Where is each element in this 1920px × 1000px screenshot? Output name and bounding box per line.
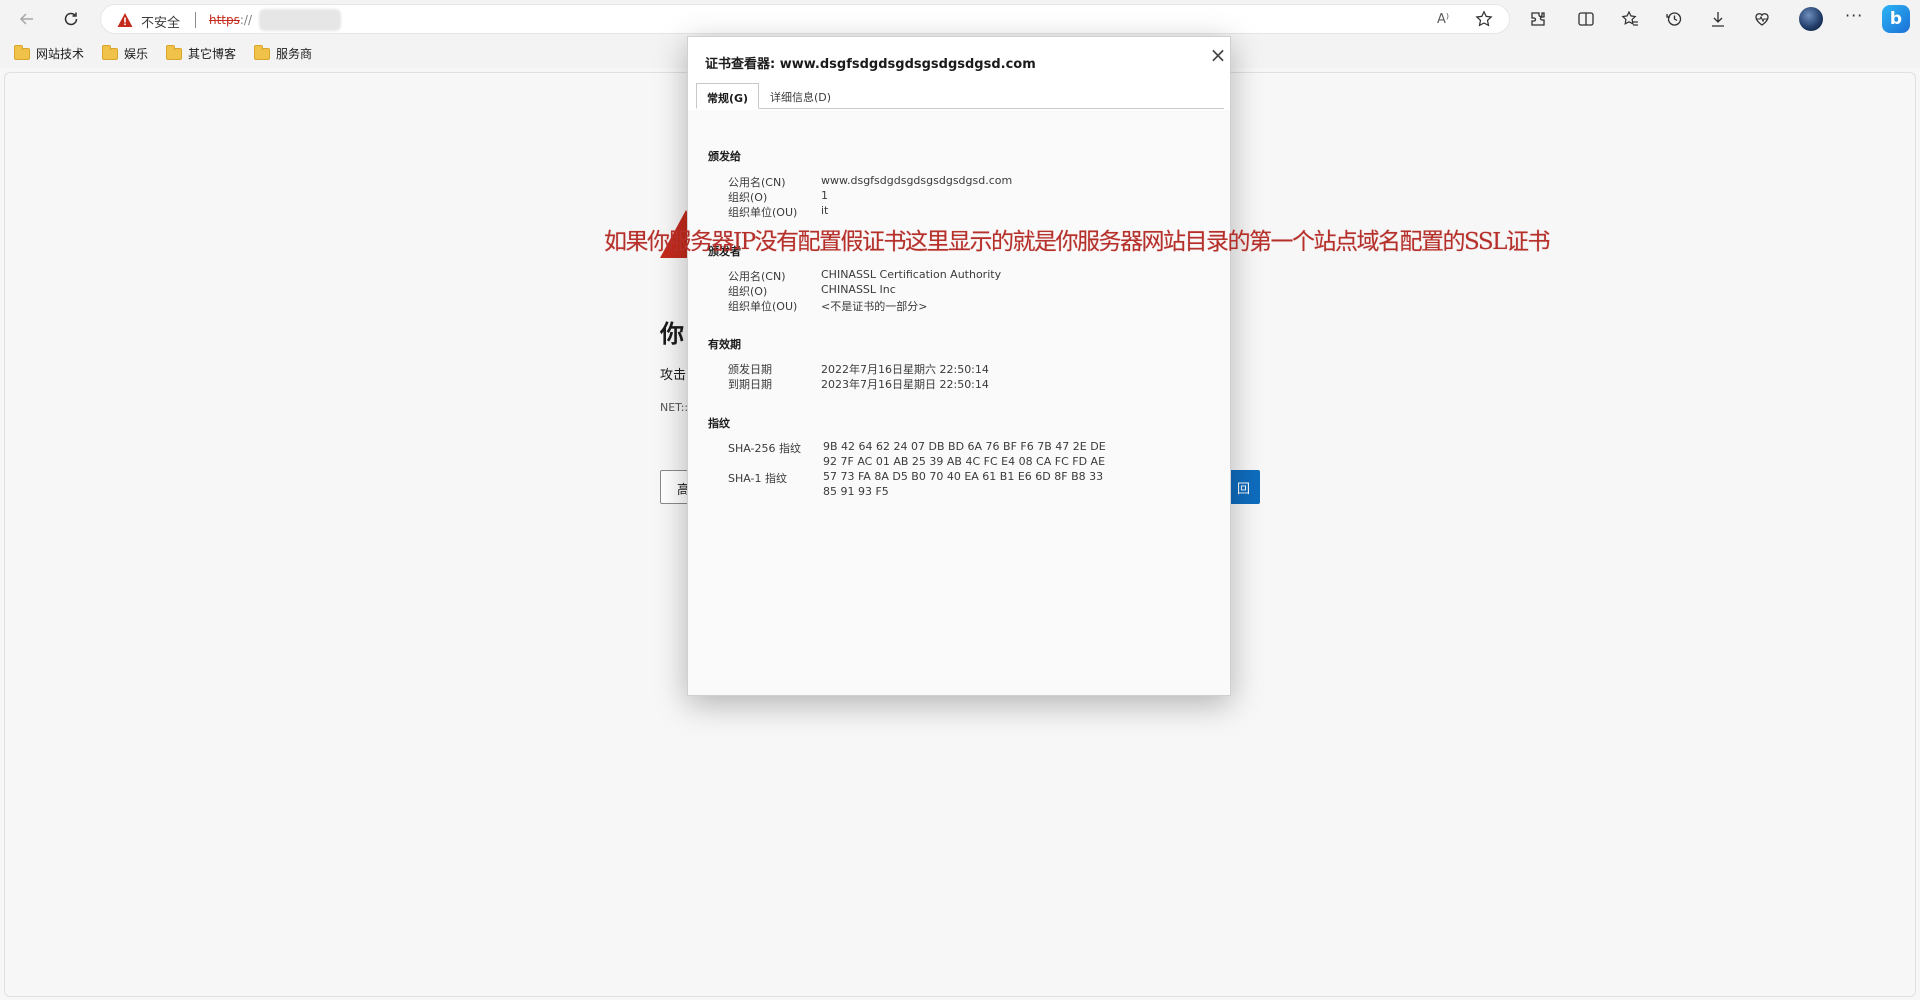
bookmark-label: 娱乐 <box>124 47 149 61</box>
error-body-text: 攻击 <box>660 368 687 383</box>
dialog-title: 证书查看器: www.dsgfsdgdsgdsgsdgsdgsd.com <box>705 57 1036 72</box>
reload-button[interactable] <box>59 7 83 31</box>
bookmark-folder[interactable]: 网站技术 <box>14 44 85 62</box>
close-icon[interactable]: × <box>1208 45 1228 65</box>
field-value: www.dsgfsdgdsgdsgsdgsdgsd.com <box>821 174 1013 187</box>
dialog-tabs: 常规(G) 详细信息(D) <box>696 83 1224 109</box>
security-status-label[interactable]: 不安全 <box>141 12 180 31</box>
field-label: 公用名(CN) <box>728 270 786 283</box>
fingerprints-heading: 指纹 <box>708 417 730 430</box>
back-button[interactable] <box>15 7 39 31</box>
sha256-value-line: 92 7F AC 01 AB 25 39 AB 4C FC E4 08 CA F… <box>823 455 1106 468</box>
warning-icon <box>117 13 133 27</box>
field-label: 到期日期 <box>728 378 772 391</box>
issued-to-heading: 颁发给 <box>708 150 741 163</box>
field-label: 组织单位(OU) <box>728 206 798 219</box>
address-separator <box>195 12 196 28</box>
arrow-left-icon <box>19 13 33 25</box>
folder-icon <box>254 44 270 60</box>
field-value: CHINASSL Inc <box>821 283 896 296</box>
folder-icon <box>166 44 182 60</box>
field-label: 组织单位(OU) <box>728 300 798 313</box>
folder-icon <box>14 44 30 60</box>
field-label: 公用名(CN) <box>728 176 786 189</box>
address-bar[interactable]: 不安全 https:// A⁾ <box>100 4 1510 34</box>
refresh-icon <box>64 12 78 26</box>
sha1-value-line: 85 91 93 F5 <box>823 485 889 498</box>
favorite-star-icon[interactable] <box>1475 10 1493 28</box>
sha1-value-line: 57 73 FA 8A D5 B0 70 40 EA 61 B1 E6 6D 8… <box>823 470 1104 483</box>
profile-avatar[interactable] <box>1799 7 1823 31</box>
url-text[interactable]: https:// <box>209 13 252 27</box>
validity-heading: 有效期 <box>708 338 741 351</box>
extensions-icon[interactable] <box>1528 9 1548 29</box>
tab-details[interactable]: 详细信息(D) <box>760 83 841 109</box>
redacted-host <box>259 9 341 31</box>
field-label: 组织(O) <box>728 285 768 298</box>
bookmark-label: 网站技术 <box>36 47 85 61</box>
field-value: it <box>821 204 829 217</box>
bing-copilot-icon[interactable]: b <box>1882 5 1910 33</box>
error-heading: 你 <box>660 320 684 348</box>
split-screen-icon[interactable] <box>1576 9 1596 29</box>
browser-toolbar: 不安全 https:// A⁾ ··· b <box>0 0 1920 38</box>
tab-general[interactable]: 常规(G) <box>696 83 760 109</box>
field-value: CHINASSL Certification Authority <box>821 268 1002 281</box>
performance-heart-icon[interactable] <box>1752 9 1772 29</box>
bookmark-label: 服务商 <box>276 47 313 61</box>
dialog-body: 颁发给 公用名(CN) www.dsgfsdgdsgdsgsdgsdgsd.co… <box>688 110 1230 695</box>
download-icon[interactable] <box>1708 9 1728 29</box>
field-value: <不是证书的一部分> <box>821 300 928 313</box>
sha1-label: SHA-1 指纹 <box>728 472 788 485</box>
bookmark-folder[interactable]: 娱乐 <box>102 44 149 62</box>
bookmark-folder[interactable]: 服务商 <box>254 44 313 62</box>
folder-icon <box>102 44 118 60</box>
field-label: 颁发日期 <box>728 363 772 376</box>
bookmark-folder[interactable]: 其它博客 <box>166 44 237 62</box>
sha256-value-line: 9B 42 64 62 24 07 DB BD 6A 76 BF F6 7B 4… <box>823 440 1106 453</box>
sha256-label: SHA-256 指纹 <box>728 442 801 455</box>
error-code: NET:: <box>660 401 689 414</box>
bookmark-label: 其它博客 <box>188 47 237 61</box>
field-value: 2023年7月16日星期日 22:50:14 <box>821 378 989 391</box>
url-rest: :// <box>239 13 253 27</box>
annotation-text: 如果你服务器IP没有配置假证书这里显示的就是你服务器网站目录的第一个站点域名配置… <box>604 229 1550 255</box>
history-icon[interactable] <box>1664 9 1684 29</box>
field-label: 组织(O) <box>728 191 768 204</box>
read-aloud-icon[interactable]: A⁾ <box>1437 12 1449 27</box>
certificate-viewer-dialog: 证书查看器: www.dsgfsdgdsgdsgsdgsdgsd.com × 常… <box>687 36 1231 696</box>
more-options-icon[interactable]: ··· <box>1845 6 1863 25</box>
url-scheme: https <box>209 13 240 27</box>
favorites-icon[interactable] <box>1620 9 1640 29</box>
field-value: 2022年7月16日星期六 22:50:14 <box>821 363 989 376</box>
field-value: 1 <box>821 189 828 202</box>
